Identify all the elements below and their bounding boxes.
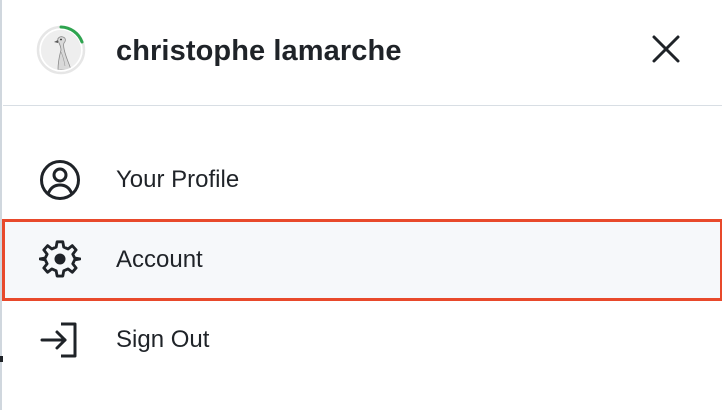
user-menu-list: Your Profile Account Sign Out bbox=[2, 140, 722, 380]
window-left-edge bbox=[0, 0, 2, 410]
menu-item-label: Your Profile bbox=[116, 166, 240, 193]
menu-item-your-profile[interactable]: Your Profile bbox=[3, 140, 722, 220]
user-menu-header: christophe lamarche bbox=[3, 0, 722, 106]
user-circle-icon bbox=[38, 158, 82, 202]
menu-item-label: Sign Out bbox=[116, 326, 210, 353]
menu-item-label: Account bbox=[116, 246, 203, 273]
goose-avatar-icon bbox=[41, 30, 81, 70]
menu-item-account[interactable]: Account bbox=[2, 219, 722, 301]
user-name: christophe lamarche bbox=[116, 35, 402, 67]
close-button[interactable] bbox=[646, 29, 686, 69]
close-icon bbox=[652, 35, 680, 63]
avatar-with-status[interactable] bbox=[36, 25, 86, 75]
menu-item-sign-out[interactable]: Sign Out bbox=[3, 300, 722, 380]
gear-icon bbox=[38, 238, 82, 282]
avatar bbox=[41, 30, 81, 70]
user-menu-panel: christophe lamarche Your Profile Account… bbox=[2, 0, 722, 410]
sign-out-icon bbox=[38, 318, 82, 362]
